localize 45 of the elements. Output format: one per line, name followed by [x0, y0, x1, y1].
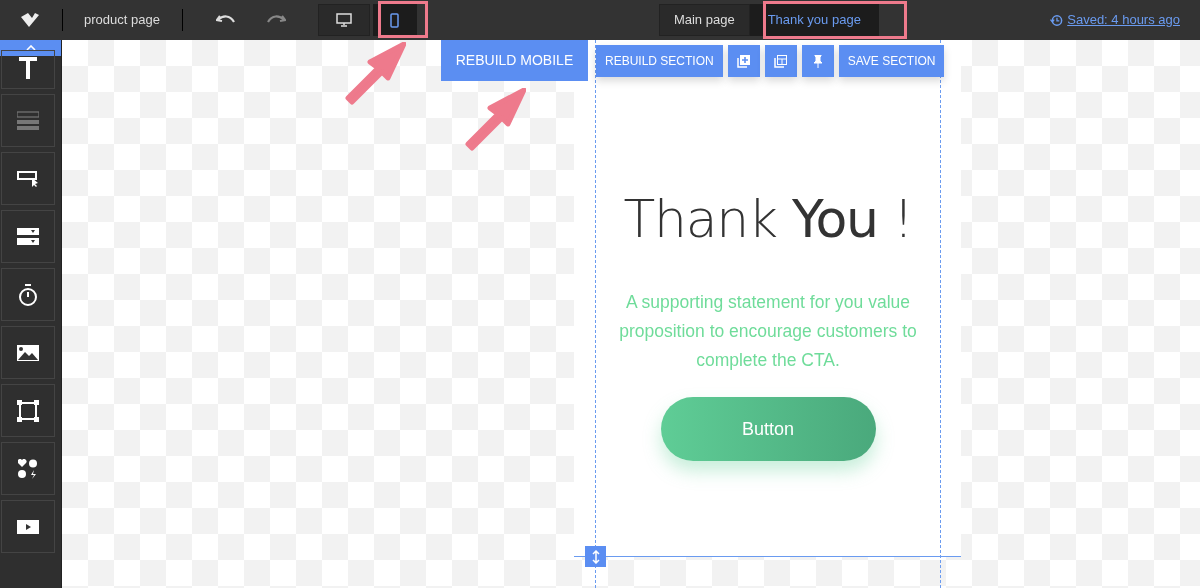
section-action-button[interactable]: REBUILD SECTION [596, 45, 723, 77]
sidebar-tool[interactable] [1, 50, 55, 89]
text-tool-icon [18, 57, 38, 79]
page-tab[interactable]: Main page [658, 4, 750, 36]
image-icon [17, 344, 39, 361]
sidebar-tool[interactable] [1, 442, 55, 495]
icons-set-icon [18, 458, 38, 479]
phone-icon [390, 12, 400, 28]
monitor-icon [335, 13, 352, 27]
sidebar-tool[interactable] [1, 326, 55, 379]
rows-icon [17, 110, 39, 131]
button-cursor-icon [17, 170, 39, 187]
duplicate-section-button[interactable] [764, 45, 797, 77]
bounding-box-icon [17, 399, 39, 422]
supporting-statement: A supporting statement for you value proposition to encourage customers to complete the CTA. [618, 291, 918, 372]
annotation-arrow [342, 42, 406, 106]
pin-icon [812, 54, 823, 68]
add-section-icon [737, 54, 751, 68]
sidebar-tool[interactable] [1, 384, 55, 437]
heading: Thank You ! [623, 188, 913, 251]
sidebar-tool[interactable] [1, 152, 55, 205]
history-icon [1050, 13, 1064, 27]
add-section-button[interactable] [727, 45, 760, 77]
dropdown-fields-icon [17, 227, 39, 246]
section-action-button[interactable]: SAVE SECTION [838, 45, 945, 77]
layout-copy-icon [774, 54, 788, 68]
stopwatch-icon [18, 283, 38, 306]
sidebar-tool[interactable] [1, 500, 55, 553]
caret-up-icon [25, 45, 36, 51]
sidebar-tool[interactable] [1, 210, 55, 263]
resize-handle[interactable] [585, 546, 606, 567]
project-name: product page [84, 11, 160, 30]
video-icon [17, 519, 39, 534]
mobile-view-button[interactable] [372, 4, 417, 36]
pin-section-button[interactable] [801, 45, 834, 77]
saved-link[interactable]: Saved: 4 hours ago [1050, 10, 1180, 30]
sidebar-tool[interactable] [1, 268, 55, 321]
vertical-resize-icon [591, 549, 600, 564]
page-tab[interactable]: Thank you page [749, 4, 879, 36]
rebuild-mobile-button[interactable]: REBUILD MOBILE [441, 40, 588, 81]
logo-icon[interactable] [20, 12, 40, 28]
cta-button[interactable]: Button [660, 397, 876, 461]
highlight-frame [378, 1, 428, 38]
desktop-view-button[interactable] [317, 4, 370, 36]
annotation-arrow [462, 88, 526, 152]
